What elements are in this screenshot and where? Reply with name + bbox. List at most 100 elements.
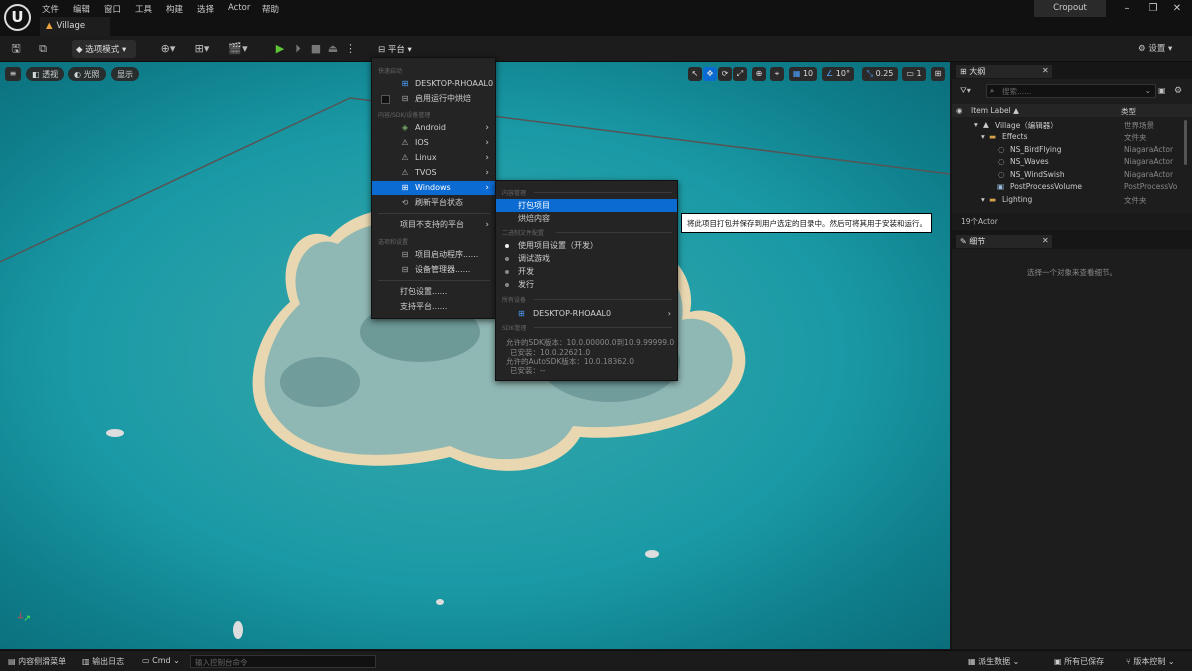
gear-icon[interactable]: ⚙ — [1174, 86, 1182, 96]
perspective-button[interactable]: ◧ 透视 — [26, 67, 65, 81]
minimize-icon[interactable]: – — [1120, 3, 1134, 14]
content-drawer-button[interactable]: ▤ 内容侧滑菜单 — [8, 656, 66, 667]
config-label: 开发 — [518, 267, 534, 276]
select-tool-icon[interactable]: ↖ — [688, 67, 702, 81]
mode-dropdown[interactable]: ◆ 选项模式 ▾ — [72, 40, 136, 58]
column-label[interactable]: Item Label ▲ — [971, 106, 1019, 115]
menu-item-tvos[interactable]: ⚠ TVOS › — [372, 166, 495, 180]
menu-item-windows[interactable]: ⊞ Windows › — [372, 181, 495, 195]
section-options: 选项和设置 — [378, 239, 409, 246]
save-all-button[interactable]: ▣ 所有已保存 — [1054, 656, 1104, 667]
menu-item-config-debug[interactable]: 调试游戏 — [496, 252, 677, 265]
eject-icon[interactable]: ⏏ — [327, 41, 339, 57]
menu-item-ios[interactable]: ⚠ IOS › — [372, 136, 495, 150]
viewport-menu-icon[interactable]: ≡ — [5, 67, 21, 81]
tree-row[interactable]: ◌ NS_WindSwish NiagaraActor — [952, 170, 1184, 183]
menu-item-unsupported[interactable]: 项目不支持的平台 › — [372, 218, 495, 232]
angle-snap[interactable]: ∠ 10° — [822, 67, 854, 81]
menu-item-packaging-settings[interactable]: 打包设置...... — [372, 285, 495, 299]
filter-icon[interactable]: ⛛▾ — [960, 86, 971, 96]
scrollbar[interactable] — [1184, 120, 1187, 165]
menu-edit[interactable]: 编辑 — [73, 3, 90, 15]
show-button[interactable]: 显示 — [111, 67, 139, 81]
tree-row[interactable]: ◌ NS_BirdFlying NiagaraActor — [952, 145, 1184, 158]
expand-icon[interactable]: ▾ — [974, 120, 978, 129]
output-log-button[interactable]: ▥ 输出日志 — [82, 656, 124, 667]
config-label: 发行 — [518, 280, 534, 289]
column-type[interactable]: 类型 — [1121, 106, 1136, 117]
menu-item-config-development[interactable]: 开发 — [496, 265, 677, 278]
step-icon[interactable]: ⏵ — [292, 41, 304, 57]
menu-file[interactable]: 文件 — [42, 3, 59, 15]
tree-row[interactable]: ▣ PostProcessVolume PostProcessVo — [952, 182, 1184, 195]
row-type: NiagaraActor — [1124, 145, 1174, 154]
cinematics-icon[interactable]: 🎬▾ — [225, 41, 251, 57]
expand-icon[interactable]: ▾ — [981, 132, 985, 141]
ios-label: IOS — [415, 138, 429, 147]
menu-item-android[interactable]: ◈ Android › — [372, 121, 495, 135]
menu-item-refresh[interactable]: ⟲ 刷新平台状态 — [372, 196, 495, 210]
tree-row[interactable]: ▾ ▲ Village（编辑器） 世界场景 — [952, 120, 1184, 133]
save-icon[interactable]: 🖫 — [9, 41, 23, 57]
menu-item-linux[interactable]: ⚠ Linux › — [372, 151, 495, 165]
project-tab[interactable]: ▲ Village — [40, 17, 110, 36]
platform-menu: 快速启动 ⊞ DESKTOP-RHOAAL0 ⊟ 启用运行中烘焙 内容/SDK/设备… — [371, 57, 496, 319]
expand-icon[interactable]: ▾ — [981, 195, 985, 204]
chevron-right-icon: › — [667, 309, 671, 318]
layout-icon[interactable]: ⊞ — [931, 67, 945, 81]
tree-row[interactable]: ▾ ▬ Effects 文件夹 — [952, 132, 1184, 145]
menu-tools[interactable]: 工具 — [135, 3, 152, 15]
camera-speed[interactable]: ▭ 1 — [902, 67, 926, 81]
menu-item-cook-content[interactable]: 烘焙内容 — [496, 212, 677, 225]
outliner-tab[interactable]: ⊞ 大纲 ✕ — [956, 65, 1052, 78]
close-icon[interactable]: ✕ — [1170, 3, 1184, 14]
unreal-logo-icon[interactable]: U — [4, 4, 31, 31]
stop-icon[interactable]: ■ — [310, 41, 322, 57]
maximize-icon[interactable]: ❐ — [1146, 3, 1160, 14]
menu-item-supported-platforms[interactable]: 支持平台...... — [372, 300, 495, 314]
menu-select[interactable]: 选择 — [197, 3, 214, 15]
menu-item-package-project[interactable]: 打包项目 — [496, 199, 677, 212]
menu-window[interactable]: 窗口 — [104, 3, 121, 15]
menu-build[interactable]: 构建 — [166, 3, 183, 15]
details-tab[interactable]: ✎ 细节 ✕ — [956, 235, 1052, 248]
derived-data-button[interactable]: ▦ 派生数据 ⌄ — [968, 656, 1019, 667]
menu-item-config-shipping[interactable]: 发行 — [496, 278, 677, 291]
menu-item-bake[interactable]: ⊟ 启用运行中烘焙 — [372, 92, 495, 106]
settings-button[interactable]: ⚙ 设置 ▾ — [1138, 42, 1172, 54]
rotate-tool-icon[interactable]: ⟳ — [718, 67, 732, 81]
menu-item-device-manager[interactable]: ⊟ 设备管理器...... — [372, 263, 495, 277]
source-control-button[interactable]: ⑂ 版本控制 ⌄ — [1126, 656, 1175, 667]
tree-row[interactable]: ▾ ▬ Lighting 文件夹 — [952, 195, 1184, 208]
scale-snap[interactable]: ⤡ 0.25 — [862, 67, 898, 81]
move-tool-icon[interactable]: ✥ — [703, 67, 717, 81]
bake-checkbox[interactable] — [381, 95, 390, 104]
tree-row[interactable]: ◌ NS_Waves NiagaraActor — [952, 157, 1184, 170]
menu-item-device[interactable]: ⊞ DESKTOP-RHOAAL0 — [372, 77, 495, 91]
play-icon[interactable]: ▶ — [274, 41, 286, 57]
surface-snap-icon[interactable]: ⌖ — [770, 67, 784, 81]
cmd-dropdown[interactable]: ▭ Cmd ⌄ — [142, 656, 180, 665]
world-space-icon[interactable]: ⊕ — [752, 67, 766, 81]
close-icon[interactable]: ✕ — [1042, 236, 1049, 245]
scale-tool-icon[interactable]: ⤢ — [733, 67, 747, 81]
menu-item-device[interactable]: ⊞ DESKTOP-RHOAAL0 › — [496, 307, 677, 320]
menu-item-config-project[interactable]: 使用项目设置（开发） — [496, 239, 677, 252]
menu-actor[interactable]: Actor — [228, 3, 250, 13]
grid-snap[interactable]: ▦ 10 — [789, 67, 817, 81]
close-icon[interactable]: ✕ — [1042, 66, 1049, 75]
lit-button[interactable]: ◐ 光照 — [68, 67, 106, 81]
content-browser-icon[interactable]: ⧉ — [36, 41, 50, 57]
more-options-icon[interactable]: ⋮ — [345, 41, 356, 57]
grid-value: 10 — [802, 69, 814, 78]
visibility-icon[interactable]: ◉ — [956, 106, 963, 115]
outliner-search-input[interactable]: ⌕ 搜索...... ⌄ — [986, 84, 1156, 98]
add-actor-icon[interactable]: ⊕▾ — [156, 41, 180, 57]
add-folder-icon[interactable]: ▣ — [1158, 86, 1166, 95]
user-badge[interactable]: Cropout — [1034, 0, 1106, 17]
menu-item-launcher[interactable]: ⊟ 项目启动程序...... — [372, 248, 495, 262]
menu-help[interactable]: 帮助 — [262, 3, 279, 15]
console-input[interactable]: 输入控制台命令 — [190, 655, 376, 668]
blueprint-icon[interactable]: ⊞▾ — [190, 41, 214, 57]
platform-dropdown[interactable]: ⊟ 平台 ▾ — [374, 40, 420, 58]
